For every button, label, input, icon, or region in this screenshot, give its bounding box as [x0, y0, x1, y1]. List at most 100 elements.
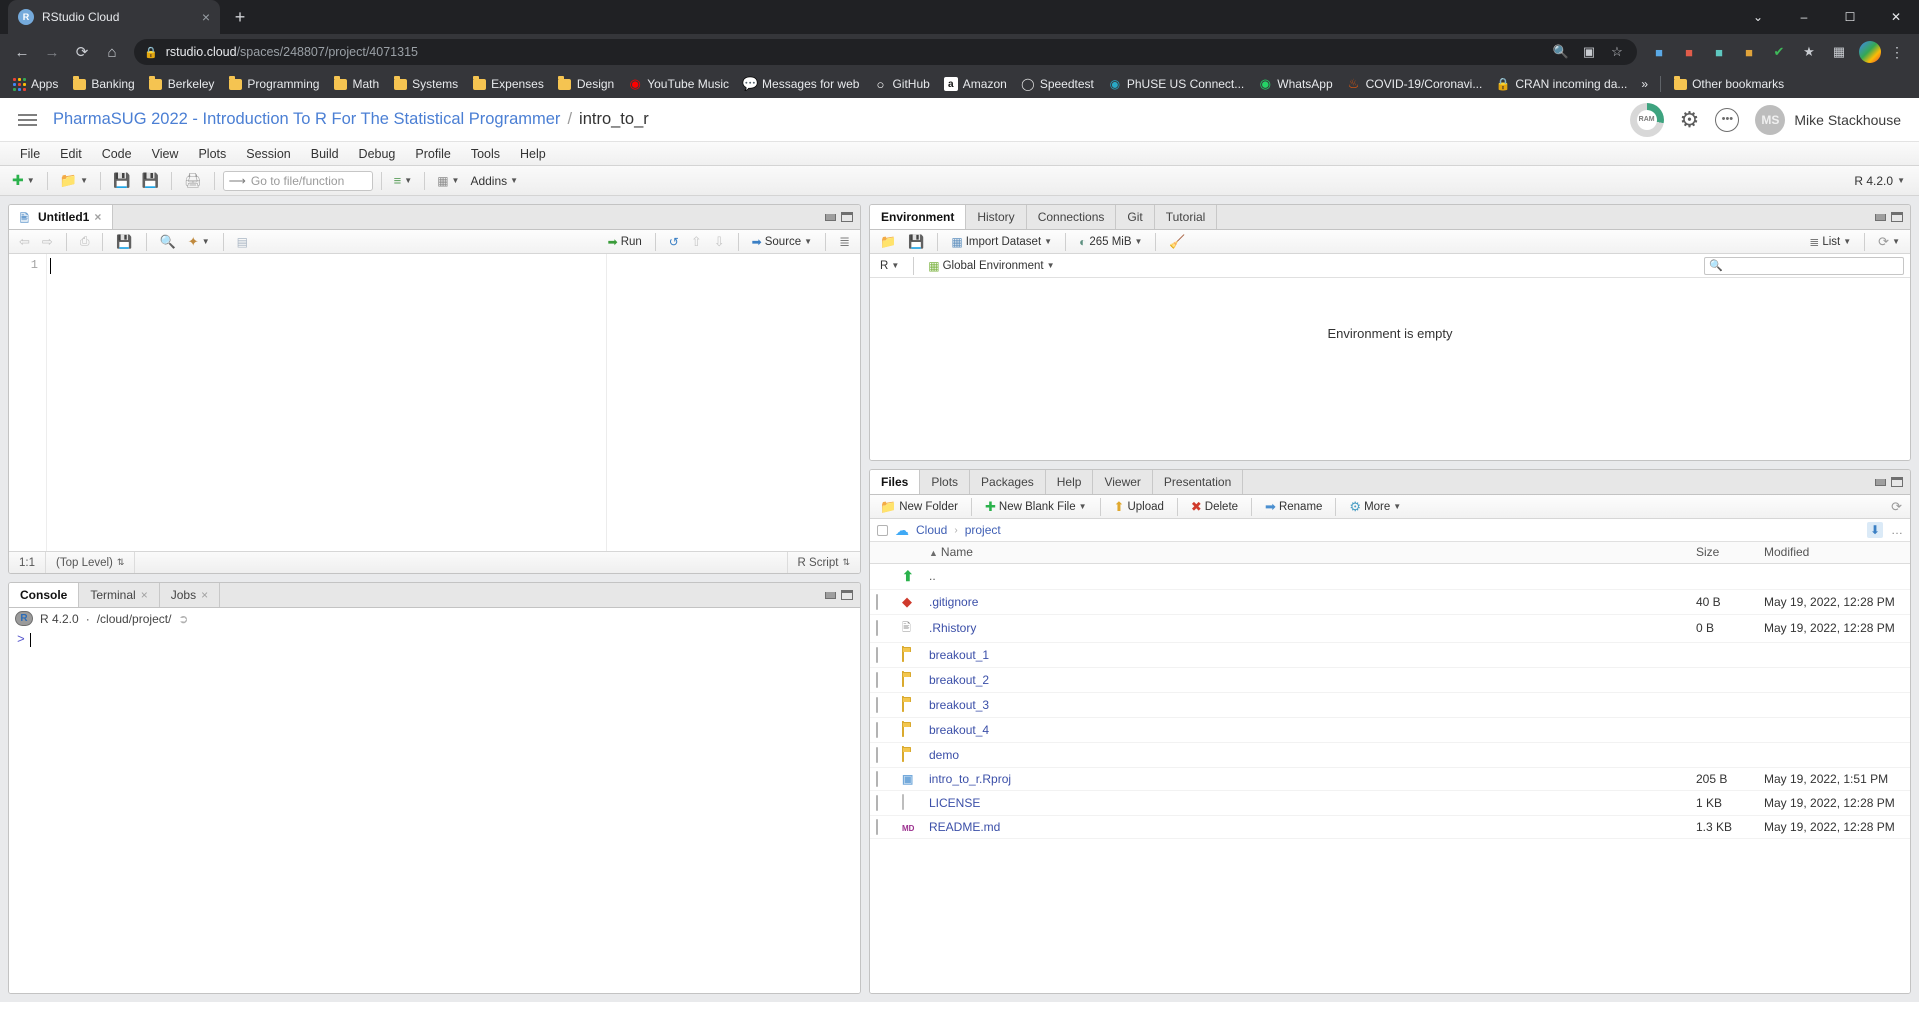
tab-viewer[interactable]: Viewer: [1093, 470, 1153, 494]
tab-packages[interactable]: Packages: [970, 470, 1046, 494]
tab-console[interactable]: Console: [9, 583, 80, 607]
run-button[interactable]: ➡ Run: [604, 234, 646, 250]
row-name-cell[interactable]: breakout_4: [923, 717, 1690, 743]
file-name[interactable]: demo: [929, 748, 959, 762]
tab-git[interactable]: Git: [1116, 205, 1155, 229]
menu-file[interactable]: File: [10, 144, 50, 164]
workspace-panes-button[interactable]: ≡ ▼: [390, 171, 417, 190]
row-checkbox[interactable]: [876, 671, 878, 688]
row-checkbox[interactable]: [876, 620, 878, 636]
address-bar[interactable]: 🔒 rstudio.cloud/spaces/248807/project/40…: [134, 39, 1637, 65]
addins-button[interactable]: Addins ▼: [466, 172, 522, 190]
table-row[interactable]: breakout_2: [870, 667, 1910, 693]
breadcrumb-cloud-link[interactable]: Cloud: [916, 523, 947, 537]
bookmark-banking[interactable]: Banking: [66, 74, 140, 94]
upload-button[interactable]: ⬆ Upload: [1110, 498, 1168, 516]
bookmark-youtube-music[interactable]: ◉ YouTube Music: [622, 74, 735, 94]
bookmark-covid[interactable]: ♨ COVID-19/Coronavi...: [1341, 74, 1489, 94]
header-modified-col[interactable]: Modified: [1758, 542, 1910, 564]
forward-icon[interactable]: →: [38, 38, 66, 66]
tab-terminal[interactable]: Terminal ×: [79, 583, 160, 607]
bookmarks-overflow-button[interactable]: »: [1635, 74, 1654, 94]
bookmark-expenses[interactable]: Expenses: [466, 74, 550, 94]
menu-build[interactable]: Build: [301, 144, 349, 164]
table-row[interactable]: breakout_3: [870, 692, 1910, 718]
save-workspace-button[interactable]: 💾: [904, 233, 928, 251]
rerun-button[interactable]: ↺: [665, 234, 683, 250]
menu-edit[interactable]: Edit: [50, 144, 92, 164]
document-outline-button[interactable]: ≣: [835, 233, 854, 251]
source-script-button[interactable]: ➡ Source ▼: [748, 234, 816, 250]
refresh-environment-button[interactable]: ⟳ ▼: [1874, 233, 1904, 251]
menu-session[interactable]: Session: [236, 144, 300, 164]
row-checkbox[interactable]: [876, 794, 878, 811]
bookmark-github[interactable]: ○ GitHub: [867, 74, 935, 94]
tab-tutorial[interactable]: Tutorial: [1155, 205, 1218, 229]
window-minimize-button[interactable]: –: [1781, 0, 1827, 34]
source-forward-button[interactable]: ⇨: [38, 233, 57, 251]
window-close-button[interactable]: ✕: [1873, 0, 1919, 34]
extension-icon-5[interactable]: ✔: [1765, 38, 1793, 66]
bookmark-berkeley[interactable]: Berkeley: [143, 74, 221, 94]
goto-file-input[interactable]: ⟶ Go to file/function: [222, 170, 373, 191]
row-checkbox[interactable]: [876, 696, 878, 713]
show-folder-icon[interactable]: ⬇: [1866, 522, 1883, 538]
bookmark-amazon[interactable]: a Amazon: [938, 74, 1013, 94]
file-type-selector[interactable]: R Script ⇅: [786, 552, 860, 573]
browser-tab[interactable]: R RStudio Cloud ×: [8, 0, 220, 34]
back-icon[interactable]: ←: [8, 38, 36, 66]
tab-presentation[interactable]: Presentation: [1153, 470, 1244, 494]
code-tools-button[interactable]: ✦ ▼: [184, 233, 214, 251]
row-checkbox[interactable]: [876, 770, 878, 787]
file-name[interactable]: breakout_1: [929, 648, 989, 662]
breadcrumb-current-folder[interactable]: project: [965, 523, 1001, 537]
table-row[interactable]: ◆ .gitignore 40 B May 19, 2022, 12:28 PM: [870, 589, 1910, 615]
minimize-pane-icon[interactable]: [825, 213, 836, 221]
new-folder-button[interactable]: 📁 New Folder: [876, 498, 962, 516]
tab-help[interactable]: Help: [1046, 470, 1094, 494]
tab-history[interactable]: History: [966, 205, 1027, 229]
row-name-cell[interactable]: breakout_3: [923, 692, 1690, 718]
maximize-pane-icon[interactable]: [841, 212, 853, 222]
delete-button[interactable]: ✖ Delete: [1187, 498, 1242, 516]
close-icon[interactable]: ×: [201, 588, 208, 602]
tab-plots[interactable]: Plots: [920, 470, 971, 494]
file-name[interactable]: breakout_3: [929, 698, 989, 712]
extension-icon-2[interactable]: ■: [1675, 38, 1703, 66]
show-in-new-window-button[interactable]: ⎙: [76, 233, 94, 250]
bookmark-star-icon[interactable]: ☆: [1607, 42, 1627, 62]
tab-connections[interactable]: Connections: [1027, 205, 1117, 229]
home-icon[interactable]: ⌂: [98, 38, 126, 66]
row-checkbox[interactable]: [876, 593, 878, 610]
file-name[interactable]: .gitignore: [929, 595, 978, 609]
save-all-button[interactable]: 💾: [137, 170, 162, 191]
source-save-button[interactable]: 💾: [112, 233, 136, 251]
menu-profile[interactable]: Profile: [405, 144, 460, 164]
new-tab-button[interactable]: +: [226, 3, 254, 31]
extension-icon-1[interactable]: ■: [1645, 38, 1673, 66]
more-button[interactable]: ⚙ More ▼: [1345, 498, 1405, 516]
file-name[interactable]: .Rhistory: [929, 621, 976, 635]
user-menu[interactable]: MS Mike Stackhouse: [1755, 104, 1901, 135]
breadcrumb-space-link[interactable]: PharmaSUG 2022 - Introduction To R For T…: [53, 110, 560, 129]
maximize-pane-icon[interactable]: [1891, 212, 1903, 222]
scope-selector[interactable]: (Top Level) ⇅: [46, 552, 136, 573]
other-bookmarks-button[interactable]: Other bookmarks: [1667, 74, 1790, 94]
bookmark-math[interactable]: Math: [327, 74, 385, 94]
row-checkbox[interactable]: [876, 721, 878, 738]
maximize-pane-icon[interactable]: [1891, 477, 1903, 487]
menu-debug[interactable]: Debug: [349, 144, 406, 164]
window-maximize-button[interactable]: ☐: [1827, 0, 1873, 34]
table-row[interactable]: 🖹 .Rhistory 0 B May 19, 2022, 12:28 PM: [870, 614, 1910, 643]
language-selector[interactable]: R ▼: [876, 258, 903, 274]
bookmark-cran[interactable]: 🔒 CRAN incoming da...: [1490, 74, 1633, 94]
bookmark-programming[interactable]: Programming: [222, 74, 325, 94]
bookmark-design[interactable]: Design: [552, 74, 620, 94]
ram-usage-gauge[interactable]: RAM: [1629, 102, 1664, 137]
tab-environment[interactable]: Environment: [870, 205, 967, 229]
file-name[interactable]: README.md: [929, 820, 1000, 834]
chrome-menu-icon[interactable]: ⋮: [1883, 38, 1911, 66]
row-name-cell[interactable]: README.md: [923, 815, 1690, 839]
files-more-icon[interactable]: …: [1891, 523, 1903, 537]
table-row[interactable]: ⬆ ..: [870, 563, 1910, 590]
